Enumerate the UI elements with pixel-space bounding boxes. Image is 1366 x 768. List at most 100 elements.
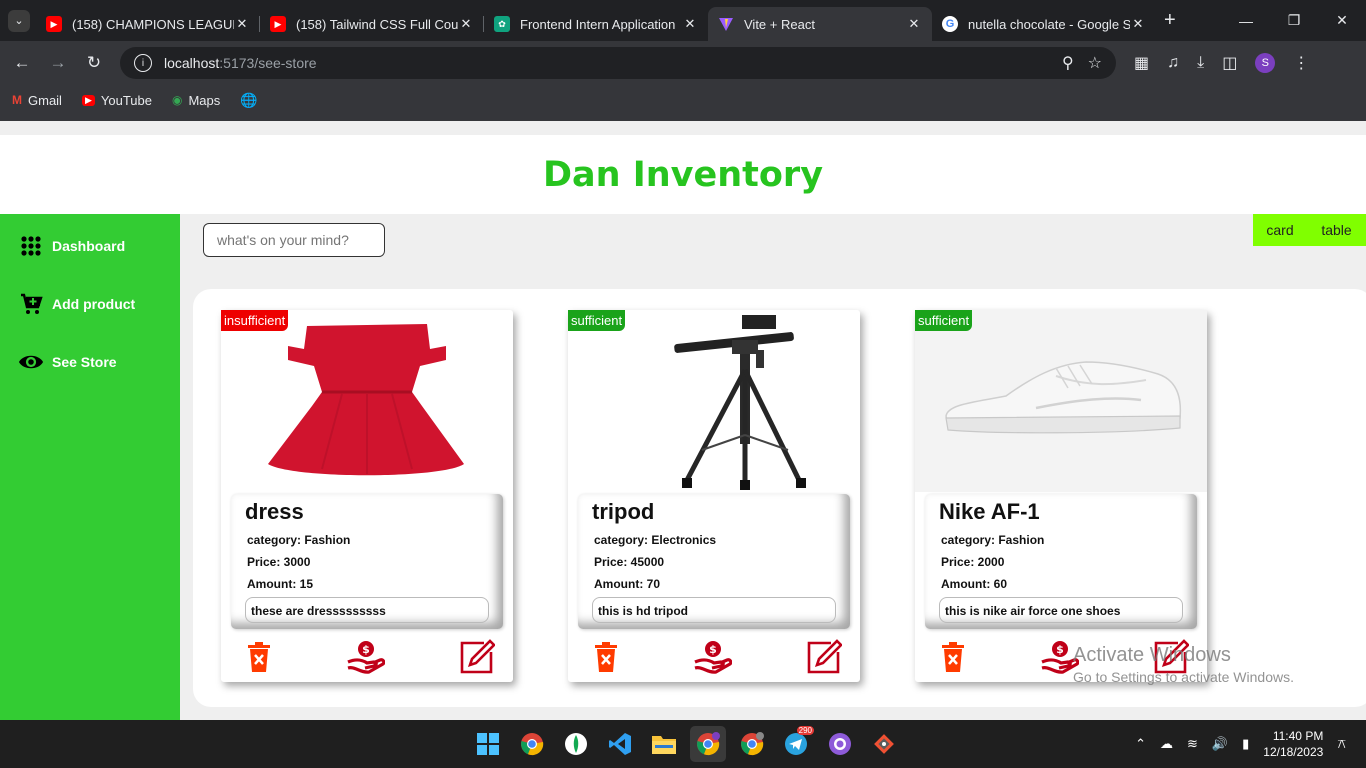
bookmark-youtube[interactable]: ▶ YouTube xyxy=(81,93,152,108)
battery-icon[interactable]: ▮ xyxy=(1242,736,1249,752)
telegram-unread-badge: 290 xyxy=(796,726,814,735)
product-description: this is nike air force one shoes xyxy=(939,597,1183,623)
browser-tab[interactable]: ✿ Frontend Intern Application ✕ xyxy=(484,7,708,41)
product-category: category: Fashion xyxy=(247,533,351,547)
profile-avatar[interactable]: S xyxy=(1255,53,1276,73)
chatgpt-icon: ✿ xyxy=(494,16,510,32)
product-card: sufficient Nike AF-1 category: Fashion P… xyxy=(915,310,1207,682)
card-view-button[interactable]: card xyxy=(1253,214,1307,246)
watermark-subtitle: Go to Settings to activate Windows. xyxy=(1073,669,1294,685)
browser-tab-active[interactable]: Vite + React ✕ xyxy=(708,7,932,41)
bookmark-label: Gmail xyxy=(28,92,62,108)
product-card: sufficient tripod category: Electronics … xyxy=(568,310,860,682)
product-price: Price: 45000 xyxy=(594,555,665,569)
back-icon[interactable]: ← xyxy=(4,53,40,73)
side-panel-icon[interactable]: ◫ xyxy=(1222,53,1237,73)
trash-icon xyxy=(595,642,617,672)
youtube-icon: ▶ xyxy=(46,16,62,32)
site-info-icon[interactable]: i xyxy=(134,54,152,72)
product-description: these are dresssssssss xyxy=(245,597,489,623)
browser-tab[interactable]: ▶ (158) Tailwind CSS Full Cours ✕ xyxy=(260,7,484,41)
edit-icon xyxy=(460,639,495,674)
svg-text:$: $ xyxy=(709,643,717,656)
volume-icon[interactable]: 🔊 xyxy=(1212,736,1228,752)
delete-button[interactable] xyxy=(239,638,279,676)
chrome-profile-icon[interactable] xyxy=(690,726,726,762)
browser-tab[interactable]: ▶ (158) CHAMPIONS LEAGUE ✕ xyxy=(36,7,260,41)
git-icon[interactable] xyxy=(866,726,902,762)
product-category: category: Electronics xyxy=(594,533,717,547)
product-info: Nike AF-1 category: Fashion Price: 2000 … xyxy=(925,494,1197,629)
url-path: :5173/see-store xyxy=(219,55,317,71)
product-card: insufficient dress category: Fashion Pri… xyxy=(221,310,513,682)
sell-button[interactable]: $ xyxy=(693,638,733,676)
new-tab-icon[interactable]: + xyxy=(1164,9,1176,32)
extensions-icon[interactable]: ▦ xyxy=(1134,53,1149,73)
tab-title: nutella chocolate - Google S xyxy=(968,16,1130,32)
browser-toolbar: ← → ↻ i localhost:5173/see-store ⚲ ☆ ▦ ♫… xyxy=(0,41,1366,85)
edit-icon xyxy=(807,639,842,674)
product-amount: Amount: 70 xyxy=(594,577,660,591)
download-icon[interactable]: ⤓ xyxy=(1197,54,1204,72)
product-category: category: Fashion xyxy=(941,533,1045,547)
close-tab-icon[interactable]: ✕ xyxy=(458,16,474,32)
clock[interactable]: 11:40 PM 12/18/2023 xyxy=(1263,728,1323,760)
mongodb-compass-icon[interactable] xyxy=(558,726,594,762)
trash-icon xyxy=(248,642,270,672)
product-image-tripod xyxy=(568,310,860,492)
svg-text:$: $ xyxy=(1056,643,1064,656)
tab-search-chevron-icon[interactable]: ⌄ xyxy=(8,9,30,32)
minimize-icon[interactable]: — xyxy=(1222,13,1270,29)
notification-bell-icon[interactable]: ⚻ xyxy=(1337,736,1346,752)
chrome-icon[interactable] xyxy=(514,726,550,762)
stock-status-badge: sufficient xyxy=(915,310,973,331)
sidebar-item-see-store[interactable]: See Store xyxy=(18,347,180,377)
bookmark-maps[interactable]: ◉ Maps xyxy=(172,93,220,108)
gmail-icon: M xyxy=(12,93,22,107)
product-name: Nike AF-1 xyxy=(939,499,1040,524)
reload-icon[interactable]: ↻ xyxy=(76,53,112,73)
forward-icon[interactable]: → xyxy=(40,53,76,73)
search-input[interactable] xyxy=(203,223,385,257)
sidebar-item-add-product[interactable]: Add product xyxy=(18,289,180,319)
hand-money-icon: $ xyxy=(347,641,385,674)
google-icon: G xyxy=(942,16,958,32)
close-tab-icon[interactable]: ✕ xyxy=(234,16,250,32)
zoom-search-icon[interactable]: ⚲ xyxy=(1062,53,1074,73)
product-image-shoe xyxy=(915,310,1207,492)
sidebar-item-label: See Store xyxy=(52,354,117,370)
telegram-icon[interactable]: 290 xyxy=(778,726,814,762)
close-window-icon[interactable]: ✕ xyxy=(1318,12,1366,29)
product-info: dress category: Fashion Price: 3000 Amou… xyxy=(231,494,503,629)
bookmark-star-icon[interactable]: ☆ xyxy=(1088,53,1102,73)
bookmark-gmail[interactable]: M Gmail xyxy=(12,93,62,108)
chrome-alt-icon[interactable] xyxy=(734,726,770,762)
windows-start-icon[interactable] xyxy=(470,726,506,762)
github-desktop-icon[interactable] xyxy=(822,726,858,762)
restore-icon[interactable]: ❐ xyxy=(1270,12,1318,29)
youtube-icon: ▶ xyxy=(270,16,286,32)
browser-tab[interactable]: G nutella chocolate - Google S ✕ xyxy=(932,7,1156,41)
onedrive-icon[interactable]: ☁ xyxy=(1160,736,1173,752)
close-tab-icon[interactable]: ✕ xyxy=(1130,16,1146,32)
sell-button[interactable]: $ xyxy=(346,638,386,676)
edit-button[interactable] xyxy=(804,638,844,676)
chevron-up-icon[interactable]: ⌃ xyxy=(1135,736,1146,752)
wifi-icon[interactable]: ≋ xyxy=(1187,736,1198,752)
delete-button[interactable] xyxy=(586,638,626,676)
file-explorer-icon[interactable] xyxy=(646,726,682,762)
system-tray: ⌃ ☁ ≋ 🔊 ▮ 11:40 PM 12/18/2023 ⚻ xyxy=(1135,720,1346,768)
bookmark-globe[interactable]: 🌐 xyxy=(240,92,257,109)
delete-button[interactable] xyxy=(933,638,973,676)
sidebar-item-dashboard[interactable]: Dashboard xyxy=(18,231,180,261)
media-control-icon[interactable]: ♫ xyxy=(1167,54,1179,72)
youtube-icon: ▶ xyxy=(81,94,95,106)
vscode-icon[interactable] xyxy=(602,726,638,762)
tab-title: (158) Tailwind CSS Full Cours xyxy=(296,16,458,32)
close-tab-icon[interactable]: ✕ xyxy=(682,16,698,32)
close-tab-icon[interactable]: ✕ xyxy=(906,16,922,32)
edit-button[interactable] xyxy=(457,638,497,676)
kebab-menu-icon[interactable]: ⋮ xyxy=(1293,53,1309,73)
address-bar[interactable]: i localhost:5173/see-store ⚲ ☆ xyxy=(120,47,1116,79)
table-view-button[interactable]: table xyxy=(1307,214,1366,246)
